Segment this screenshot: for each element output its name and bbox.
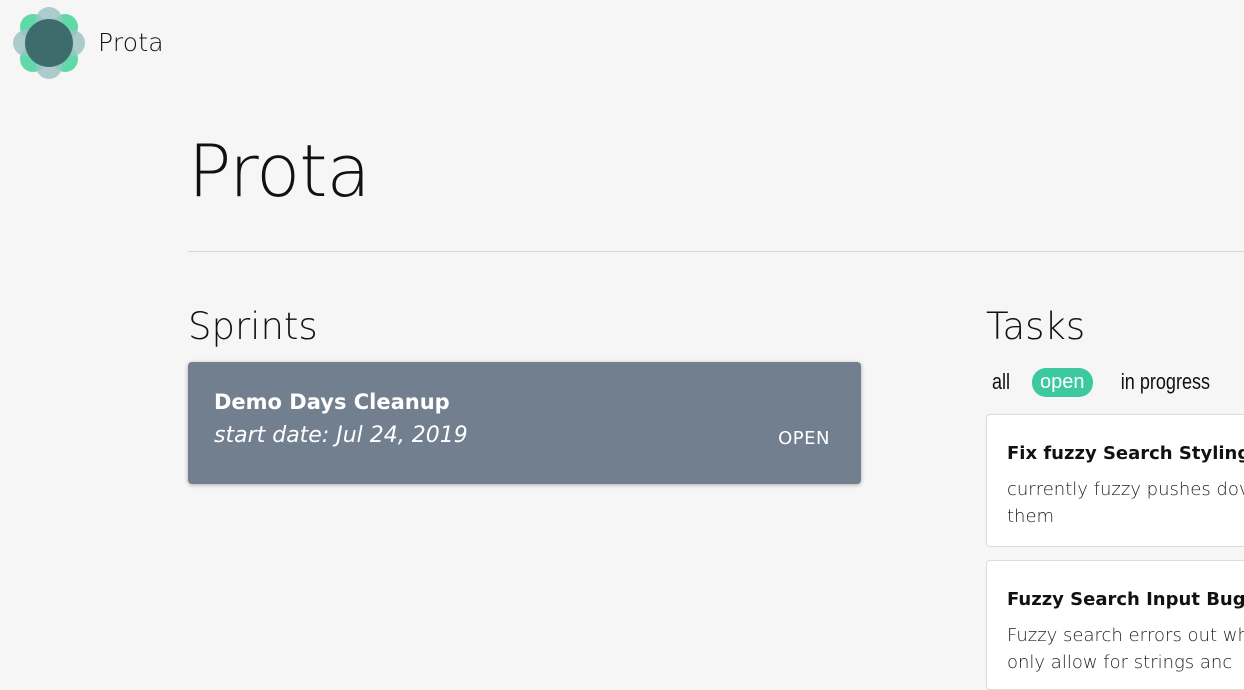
task-card[interactable]: Fuzzy Search Input Bug Fuzzy search erro… — [986, 560, 1244, 690]
task-description: Fuzzy search errors out wh to only allow… — [1007, 625, 1244, 673]
tasks-heading: Tasks — [986, 305, 1086, 348]
task-title: Fuzzy Search Input Bug — [1007, 589, 1244, 610]
sprint-status-badge: OPEN — [778, 428, 830, 449]
task-card[interactable]: Fix fuzzy Search Styling currently fuzzy… — [986, 414, 1244, 547]
page-title: Prota — [188, 129, 371, 213]
sprints-heading: Sprints — [188, 305, 318, 348]
sprint-start-date: start date: Jul 24, 2019 — [214, 423, 468, 448]
task-filter-bar: all open in progress — [986, 364, 1227, 400]
title-divider — [188, 251, 1244, 252]
task-title: Fix fuzzy Search Styling — [1007, 443, 1244, 464]
prota-logo-icon[interactable] — [12, 6, 86, 80]
task-description: currently fuzzy pushes dov them — [1007, 479, 1244, 527]
filter-all[interactable]: all — [985, 365, 1016, 399]
brand-name[interactable]: Prota — [98, 28, 164, 57]
top-bar: Prota — [0, 0, 1244, 88]
sprint-name: Demo Days Cleanup — [214, 390, 450, 414]
filter-in-progress[interactable]: in progress — [1114, 365, 1216, 399]
sprint-card[interactable]: Demo Days Cleanup start date: Jul 24, 20… — [188, 362, 861, 484]
filter-open[interactable]: open — [1032, 367, 1093, 397]
